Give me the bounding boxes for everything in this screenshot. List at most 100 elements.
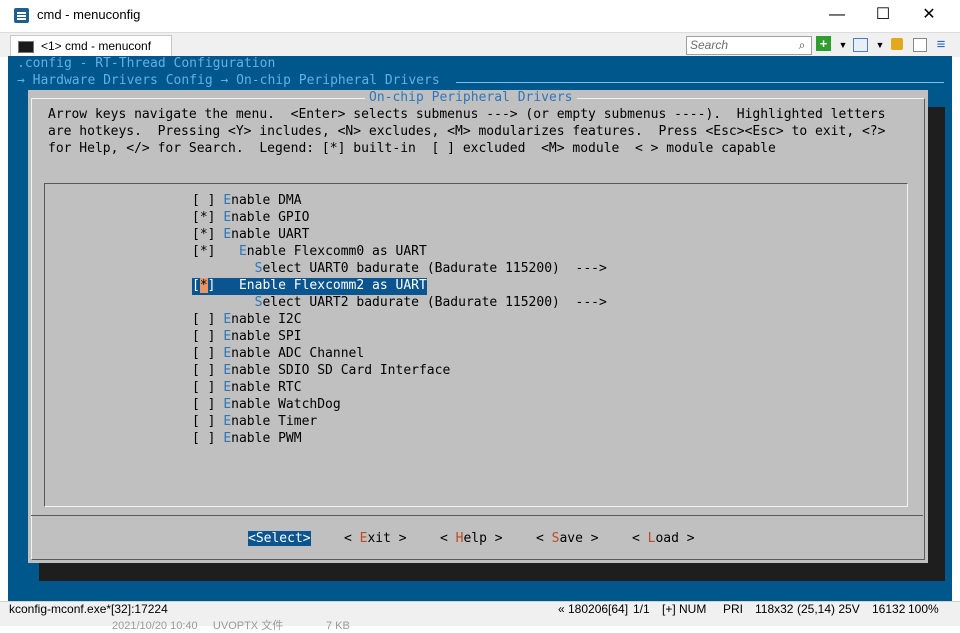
checkbox: [*] (192, 210, 224, 225)
search-input[interactable]: Search ⌕ (686, 36, 812, 55)
item-label: nable GPIO (231, 210, 310, 225)
checkbox (192, 261, 223, 276)
item-label: nable SDIO SD Card Interface (231, 363, 451, 378)
button-label: oad > (655, 531, 695, 546)
checkbox: [ ] (192, 346, 224, 361)
close-button[interactable]: ✕ (906, 0, 952, 32)
exit-button[interactable]: < Exit > (344, 531, 407, 546)
window-titlebar: cmd - menuconfig — ☐ ✕ (0, 0, 960, 32)
terminal-app-icon (14, 8, 29, 23)
dialog-title: On-chip Peripheral Drivers (365, 90, 577, 105)
checkbox-close: ] (207, 278, 224, 293)
console-area[interactable]: .config - RT-Thread Configuration → Hard… (8, 56, 952, 601)
menu-item-enable-flexcomm0[interactable]: [*] Enable Flexcomm0 as UART (192, 244, 427, 261)
menu-item-enable-timer[interactable]: [ ] Enable Timer (192, 414, 317, 431)
menu-item-enable-rtc[interactable]: [ ] Enable RTC (192, 380, 302, 397)
menu-item-enable-pwm[interactable]: [ ] Enable PWM (192, 431, 302, 448)
checkbox: [*] (192, 227, 224, 242)
menu-icon[interactable]: ≡ (933, 37, 949, 53)
hotkey: E (238, 278, 247, 293)
help-text-line: for Help, </> for Search. Legend: [*] bu… (48, 141, 776, 156)
maximize-button[interactable]: ☐ (860, 0, 906, 32)
checkbox (192, 295, 223, 310)
menu-list: [ ] Enable DMA [*] Enable GPIO [*] Enabl… (44, 183, 908, 507)
status-cursor: (25,14) 25V (797, 602, 860, 616)
save-button[interactable]: < Save > (536, 531, 599, 546)
lock-icon[interactable] (891, 38, 903, 50)
item-label: nable SPI (231, 329, 302, 344)
item-label: nable Flexcomm2 as UART (246, 278, 427, 293)
status-flags: [+] NUM (662, 602, 707, 616)
window-icon[interactable] (853, 38, 868, 52)
status-tabs: 1/1 (633, 602, 650, 616)
button-label: elp > (463, 531, 503, 546)
tab-cmd-menuconf[interactable]: <1> cmd - menuconf (10, 35, 172, 57)
bracket: < (632, 531, 648, 546)
item-label: nable WatchDog (231, 397, 341, 412)
item-label: nable UART (231, 227, 310, 242)
item-label: nable I2C (231, 312, 302, 327)
menu-item-enable-adc[interactable]: [ ] Enable ADC Channel (192, 346, 364, 363)
dropdown-icon[interactable]: ▼ (835, 37, 851, 53)
help-text-line: are hotkeys. Pressing <Y> includes, <N> … (48, 124, 886, 139)
status-session[interactable]: « 180206[64] (558, 602, 628, 616)
menu-item-enable-i2c[interactable]: [ ] Enable I2C (192, 312, 302, 329)
status-size: 118x32 (755, 602, 794, 616)
menu-item-select-uart0-baudrate[interactable]: Select UART0 badurate (Badurate 115200) … (192, 261, 607, 278)
hotkey: E (223, 363, 232, 378)
help-text-line: Arrow keys navigate the menu. <Enter> se… (48, 107, 886, 122)
hotkey: E (223, 397, 232, 412)
panel-icon[interactable] (913, 38, 927, 52)
hotkey: E (223, 329, 232, 344)
checkbox: [ ] (192, 380, 224, 395)
minimize-button[interactable]: — (814, 0, 860, 32)
background-explorer-row: 2021/10/20 10:40 UVOPTX 文件 7 KB (112, 620, 350, 632)
bracket: < (440, 531, 456, 546)
checkbox-open: [ (192, 278, 200, 293)
menu-item-select-uart2-baudrate[interactable]: Select UART2 badurate (Badurate 115200) … (192, 295, 607, 312)
hotkey: E (238, 244, 247, 259)
checkbox: [ ] (192, 312, 224, 327)
menu-item-enable-dma[interactable]: [ ] Enable DMA (192, 193, 302, 210)
breadcrumb-divider (456, 82, 944, 83)
hotkey: E (223, 346, 232, 361)
item-label: nable PWM (231, 431, 302, 446)
menu-item-enable-spi[interactable]: [ ] Enable SPI (192, 329, 302, 346)
breadcrumb-config: .config - RT-Thread Configuration (17, 56, 276, 71)
menu-item-enable-gpio[interactable]: [*] Enable GPIO (192, 210, 309, 227)
checkbox: [ ] (192, 431, 224, 446)
menu-item-enable-uart[interactable]: [*] Enable UART (192, 227, 309, 244)
hotkey: E (223, 227, 232, 242)
add-icon[interactable]: + (816, 36, 831, 51)
hotkey: E (223, 414, 232, 429)
dropdown-icon[interactable]: ▼ (872, 37, 888, 53)
item-label: nable ADC Channel (231, 346, 365, 361)
tab-label: <1> cmd - menuconf (41, 39, 152, 53)
status-process: kconfig-mconf.exe*[32]:17224 (9, 602, 168, 616)
checkbox: [ ] (192, 397, 224, 412)
tab-toolbar: <1> cmd - menuconf Search ⌕ + ▼ ▼ ≡ (0, 32, 960, 57)
hotkey: E (223, 380, 232, 395)
item-label: nable DMA (231, 193, 302, 208)
menuconfig-dialog: On-chip Peripheral Drivers Arrow keys na… (28, 90, 928, 563)
breadcrumb-path: → Hardware Drivers Config → On-chip Peri… (17, 73, 448, 88)
select-button[interactable]: <Select> (248, 531, 311, 546)
window-title: cmd - menuconfig (37, 7, 141, 22)
menu-item-enable-sdio[interactable]: [ ] Enable SDIO SD Card Interface (192, 363, 450, 380)
text-cursor: * (199, 278, 208, 293)
menu-item-enable-watchdog[interactable]: [ ] Enable WatchDog (192, 397, 341, 414)
help-button[interactable]: < Help > (440, 531, 503, 546)
button-label: xit > (367, 531, 407, 546)
menu-item-enable-flexcomm2[interactable]: [*] Enable Flexcomm2 as UART (192, 278, 427, 295)
load-button[interactable]: < Load > (632, 531, 695, 546)
checkbox: [ ] (192, 329, 224, 344)
button-label: ave > (559, 531, 599, 546)
checkbox: [ ] (192, 363, 224, 378)
button-separator (31, 515, 923, 516)
status-zoom: 100% (908, 602, 939, 616)
hotkey: E (223, 431, 232, 446)
bracket: < (344, 531, 360, 546)
search-icon[interactable]: ⌕ (795, 38, 809, 52)
